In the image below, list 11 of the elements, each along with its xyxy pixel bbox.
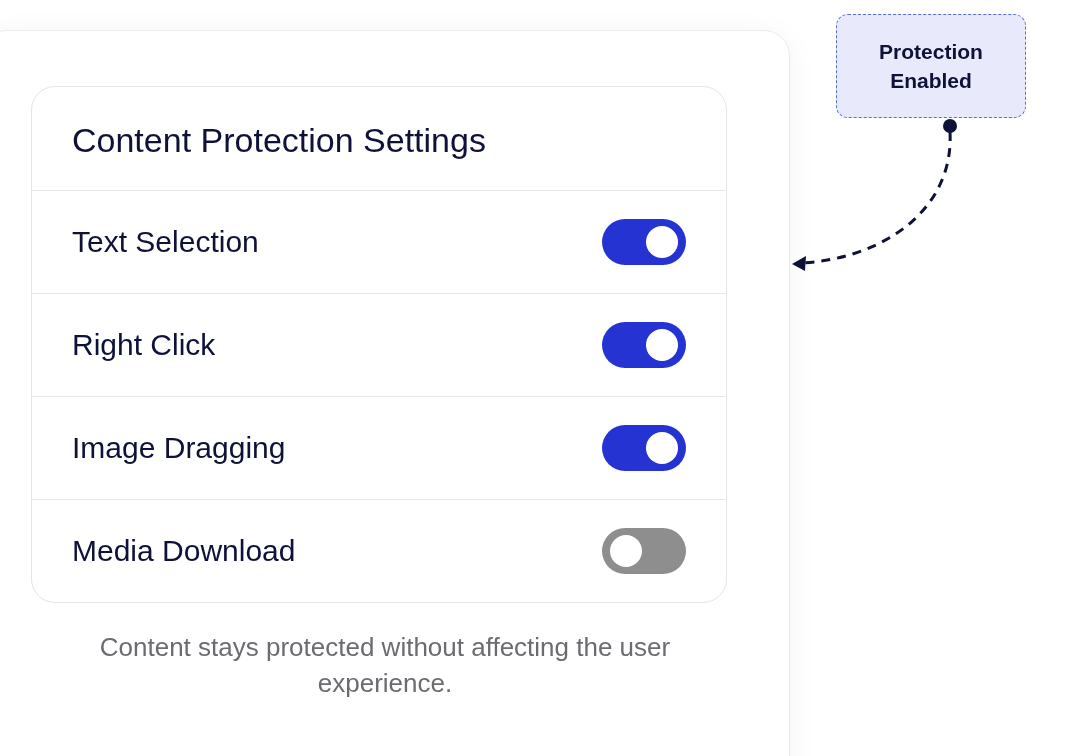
setting-label: Media Download (72, 534, 296, 568)
toggle-switch[interactable] (602, 528, 686, 574)
caption-text: Content stays protected without affecting the user experience. (98, 631, 672, 701)
status-tag: Protection Enabled (836, 14, 1026, 118)
setting-label: Image Dragging (72, 431, 286, 465)
toggle-switch[interactable] (602, 322, 686, 368)
toggle-switch[interactable] (602, 425, 686, 471)
setting-label: Text Selection (72, 225, 259, 259)
setting-label: Right Click (72, 328, 216, 362)
toggle-switch[interactable] (602, 219, 686, 265)
card-title: Content Protection Settings (32, 87, 726, 191)
